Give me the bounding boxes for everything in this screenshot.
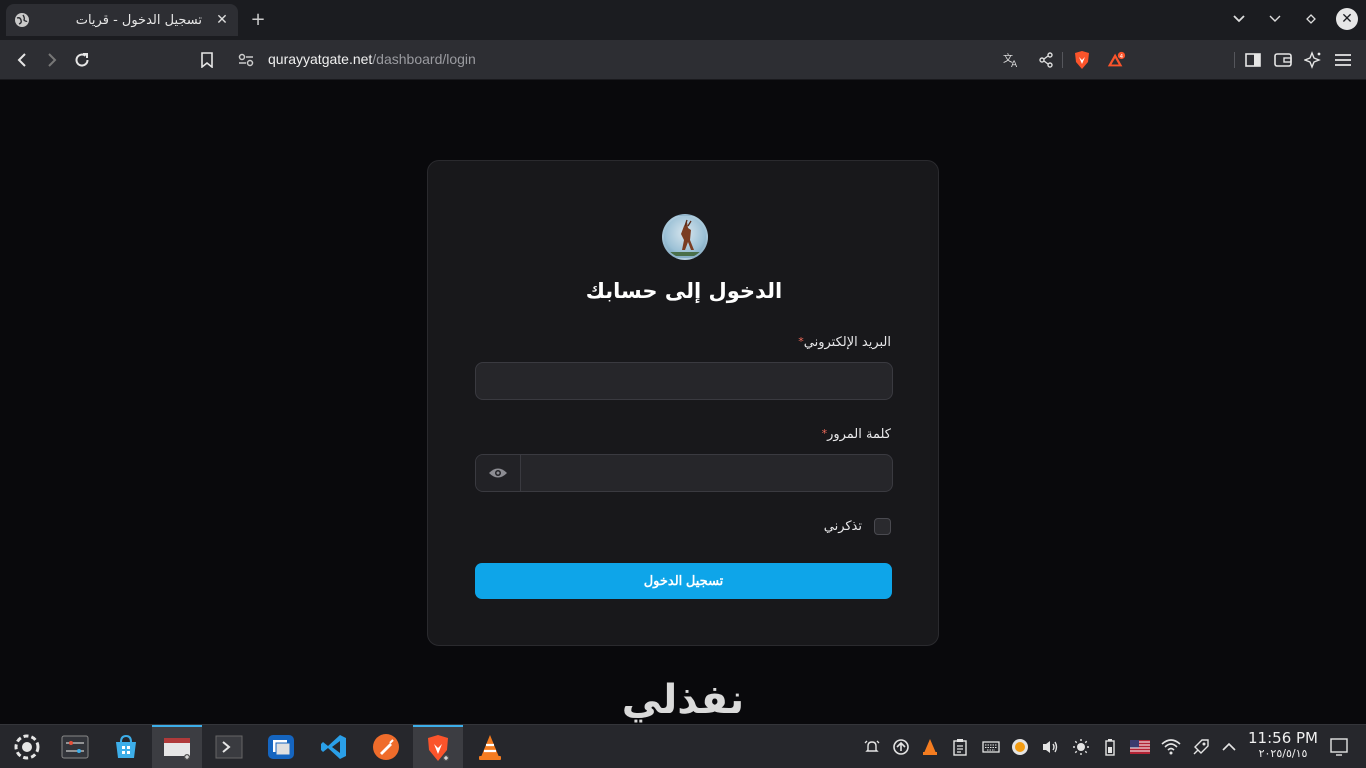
- wifi-icon[interactable]: [1161, 737, 1181, 757]
- site-logo: [662, 214, 708, 260]
- remote-desktop-app-icon[interactable]: [256, 725, 306, 768]
- browser-toolbar: qurayyatgate.net/dashboard/login 文A 4: [0, 40, 1366, 80]
- password-group: [475, 454, 893, 492]
- svg-text:A: A: [1011, 60, 1018, 68]
- brave-shields-icon[interactable]: [1072, 50, 1092, 70]
- url-path: /dashboard/login: [372, 51, 476, 67]
- brave-rewards-icon[interactable]: 4: [1106, 50, 1126, 70]
- volume-icon[interactable]: [1040, 737, 1060, 757]
- site-settings-icon[interactable]: [236, 50, 256, 70]
- notifications-icon[interactable]: [862, 737, 882, 757]
- us-flag-keyboard-layout-icon[interactable]: [1130, 737, 1150, 757]
- taskbar: 11:56 PM ٢٠٢٥/٥/١٥: [0, 724, 1366, 768]
- clock[interactable]: 11:56 PM ٢٠٢٥/٥/١٥: [1248, 729, 1318, 760]
- system-settings-app-icon[interactable]: [50, 725, 100, 768]
- back-icon[interactable]: [12, 50, 32, 70]
- vscode-app-icon[interactable]: [309, 725, 359, 768]
- login-card: الدخول إلى حسابك البريد الإلكتروني* كلمة…: [427, 160, 939, 646]
- close-window-icon[interactable]: ✕: [1336, 8, 1358, 30]
- remember-me-checkbox[interactable]: [874, 518, 891, 535]
- show-hidden-icons-icon[interactable]: [1219, 737, 1239, 757]
- terminal-app-icon[interactable]: [204, 725, 254, 768]
- show-password-eye-icon[interactable]: [476, 455, 521, 491]
- maximize-icon[interactable]: [1300, 8, 1322, 30]
- translate-icon[interactable]: 文A: [1002, 50, 1022, 70]
- keyboard-icon[interactable]: [981, 737, 1001, 757]
- login-submit-button[interactable]: تسجيل الدخول: [475, 563, 892, 599]
- remember-me-label: تذكرني: [823, 519, 862, 534]
- vlc-tray-icon[interactable]: [920, 737, 940, 757]
- kde-connect-icon[interactable]: [1191, 737, 1211, 757]
- wallet-icon[interactable]: [1273, 50, 1293, 70]
- clock-time: 11:56 PM: [1248, 729, 1318, 747]
- browser-tab[interactable]: تسجيل الدخول - قريات ✕: [6, 4, 238, 36]
- updates-icon[interactable]: [891, 737, 911, 757]
- window-controls: ✕: [1228, 8, 1358, 30]
- clipboard-icon[interactable]: [950, 737, 970, 757]
- email-field[interactable]: [475, 362, 893, 400]
- tab-title: تسجيل الدخول - قريات: [75, 12, 202, 28]
- email-label-text: البريد الإلكتروني: [803, 335, 891, 350]
- login-heading: الدخول إلى حسابك: [585, 279, 783, 303]
- battery-icon[interactable]: [1100, 737, 1120, 757]
- share-icon[interactable]: [1036, 50, 1056, 70]
- rewards-badge: 4: [1120, 54, 1124, 60]
- app-tray-icon[interactable]: [1010, 737, 1030, 757]
- leo-ai-icon[interactable]: [1303, 50, 1323, 70]
- app-launcher-icon[interactable]: [2, 725, 52, 768]
- reload-icon[interactable]: [72, 50, 92, 70]
- new-tab-button[interactable]: +: [248, 10, 268, 30]
- toolbar-separator: [1234, 52, 1235, 68]
- tab-strip: تسجيل الدخول - قريات ✕ + ✕: [0, 0, 1366, 40]
- url-host: qurayyatgate.net: [268, 51, 373, 67]
- password-field[interactable]: [521, 455, 892, 491]
- sidebar-icon[interactable]: [1243, 50, 1263, 70]
- task-manager-app-icon[interactable]: [152, 725, 202, 768]
- clock-date: ٢٠٢٥/٥/١٥: [1258, 747, 1308, 760]
- minimize-icon[interactable]: [1264, 8, 1286, 30]
- brightness-icon[interactable]: [1071, 737, 1091, 757]
- show-desktop-icon[interactable]: [1328, 735, 1350, 757]
- globe-icon: [14, 12, 30, 28]
- address-bar[interactable]: qurayyatgate.net/dashboard/login: [268, 51, 476, 67]
- password-label: كلمة المرور*: [822, 427, 891, 442]
- brave-browser-app-icon[interactable]: [413, 725, 463, 768]
- close-tab-icon[interactable]: ✕: [214, 12, 230, 28]
- watermark-arabic: نفذلي: [621, 677, 745, 723]
- email-label: البريد الإلكتروني*: [798, 335, 891, 350]
- vlc-app-icon[interactable]: [465, 725, 515, 768]
- discover-store-app-icon[interactable]: [101, 725, 151, 768]
- forward-icon[interactable]: [42, 50, 62, 70]
- bookmark-icon[interactable]: [197, 50, 217, 70]
- remember-me: تذكرني: [824, 518, 891, 535]
- menu-icon[interactable]: [1333, 50, 1353, 70]
- postman-app-icon[interactable]: [361, 725, 411, 768]
- tab-search-icon[interactable]: [1228, 8, 1250, 30]
- password-label-text: كلمة المرور: [827, 427, 891, 442]
- toolbar-separator: [1062, 52, 1063, 68]
